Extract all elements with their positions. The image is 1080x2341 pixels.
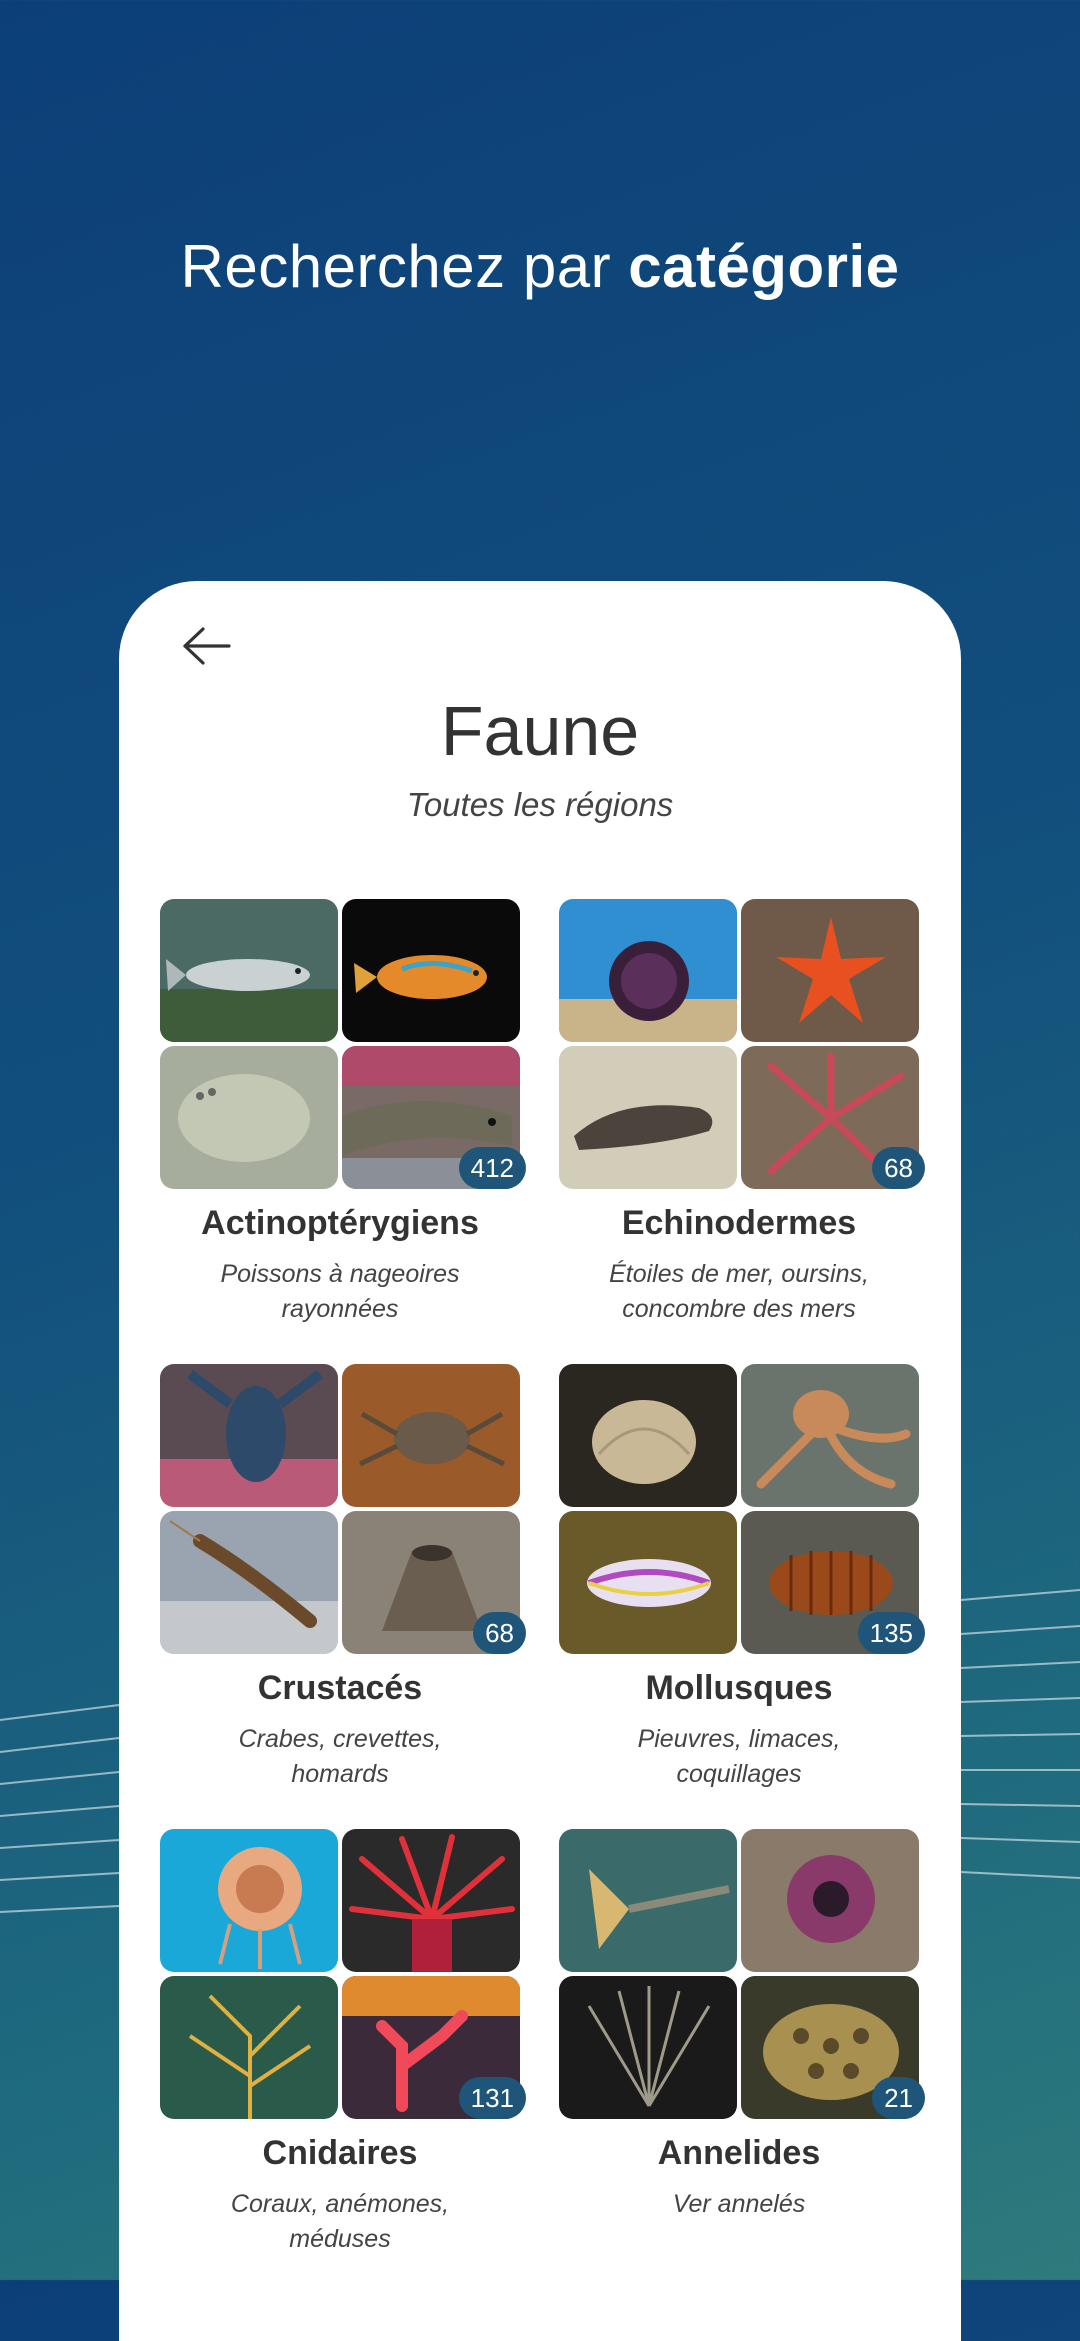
category-description: Pieuvres, limaces, coquillages (637, 1725, 841, 1788)
thumbnail-grid: 135 (559, 1364, 925, 1654)
thumbnail-octopus (741, 1364, 919, 1507)
thumbnail-sea-urchin (559, 899, 737, 1042)
category-card-crustaces[interactable]: 68 Crustacés Crabes, crevettes, homards (160, 1364, 526, 1804)
category-description: Coraux, anémones, méduses (230, 2190, 450, 2253)
category-name: Mollusques (645, 1669, 833, 1707)
thumbnail-fish-sea-bass (160, 899, 338, 1042)
headline-bold: catégorie (628, 233, 900, 300)
thumbnail-peacock-worm (559, 1976, 737, 2119)
thumbnail-crab (342, 1364, 520, 1507)
category-name: Annelides (657, 2134, 821, 2172)
count-badge: 412 (458, 1147, 526, 1189)
category-description: Poissons à nageoires rayonnées (220, 1260, 460, 1323)
thumbnail-gorgonian-coral (160, 1976, 338, 2119)
category-name: Echinodermes (621, 1204, 857, 1242)
category-name: Crustacés (257, 1669, 423, 1707)
thumbnail-sea-cucumber (559, 1046, 737, 1189)
thumbnail-fish-wrasse (342, 899, 520, 1042)
page-title: Faune (440, 692, 640, 770)
category-name: Cnidaires (262, 2134, 418, 2172)
page-subtitle: Toutes les régions (406, 786, 674, 823)
thumbnail-sea-anemone-red (342, 1829, 520, 1972)
count-badge: 68 (473, 1612, 526, 1654)
category-description: Étoiles de mer, oursins, concombre des m… (609, 1260, 869, 1323)
count-badge: 68 (872, 1147, 925, 1189)
count-badge: 135 (857, 1612, 925, 1654)
arrow-left-icon (183, 627, 231, 665)
thumbnail-jellyfish (160, 1829, 338, 1972)
count-badge: 21 (872, 2077, 925, 2119)
thumbnail-tube-anemone (741, 1829, 919, 1972)
thumbnail-grid: 68 (559, 899, 925, 1189)
thumbnail-starfish-red (741, 899, 919, 1042)
category-name: Actinoptérygiens (201, 1204, 479, 1242)
category-card-echinodermes[interactable]: 68 Echinodermes Étoiles de mer, oursins,… (559, 899, 925, 1339)
thumbnail-grid: 68 (160, 1364, 526, 1654)
thumbnail-fish-flatfish (160, 1046, 338, 1189)
thumbnail-shell-clam (559, 1364, 737, 1507)
category-description: Ver annelés (672, 2190, 806, 2218)
thumbnail-nudibranch (559, 1511, 737, 1654)
thumbnail-grid: 412 (160, 899, 526, 1189)
category-card-annelides[interactable]: 21 Annelides Ver annelés (559, 1829, 925, 2269)
headline-prefix: Recherchez par (180, 233, 629, 300)
phone-screen: Faune Toutes les régions 412 Actinoptéry… (119, 581, 961, 2341)
count-badge: 131 (458, 2077, 526, 2119)
category-card-actinopterygiens[interactable]: 412 Actinoptérygiens Poissons à nageoire… (160, 899, 526, 1339)
category-description: Crabes, crevettes, homards (238, 1725, 442, 1788)
category-card-cnidaires[interactable]: 131 Cnidaires Coraux, anémones, méduses (160, 1829, 526, 2269)
thumbnail-grid: 21 (559, 1829, 925, 2119)
headline: Recherchez par catégorie (0, 232, 1080, 301)
thumbnail-lobster (160, 1364, 338, 1507)
category-card-mollusques[interactable]: 135 Mollusques Pieuvres, limaces, coquil… (559, 1364, 925, 1804)
thumbnail-fan-worm-yellow (559, 1829, 737, 1972)
thumbnail-shrimp (160, 1511, 338, 1654)
thumbnail-grid: 131 (160, 1829, 526, 2119)
back-button[interactable] (179, 621, 239, 671)
